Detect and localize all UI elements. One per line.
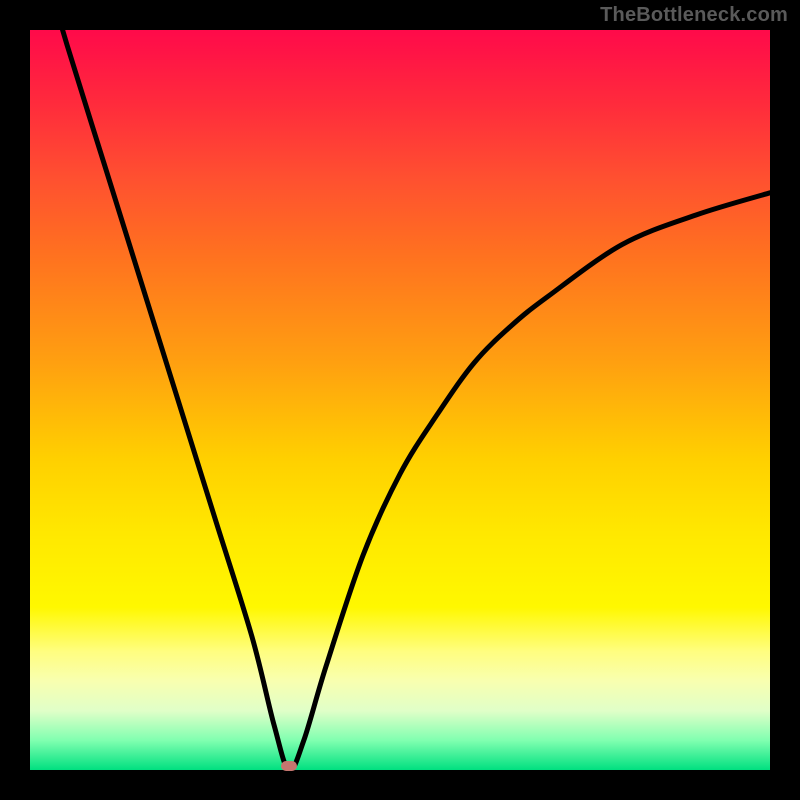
watermark-text: TheBottleneck.com xyxy=(600,4,788,27)
plot-area xyxy=(30,30,770,770)
bottleneck-curve xyxy=(30,0,770,770)
optimum-marker xyxy=(281,761,297,771)
chart-container: TheBottleneck.com xyxy=(0,0,800,800)
curve-svg xyxy=(30,30,770,770)
